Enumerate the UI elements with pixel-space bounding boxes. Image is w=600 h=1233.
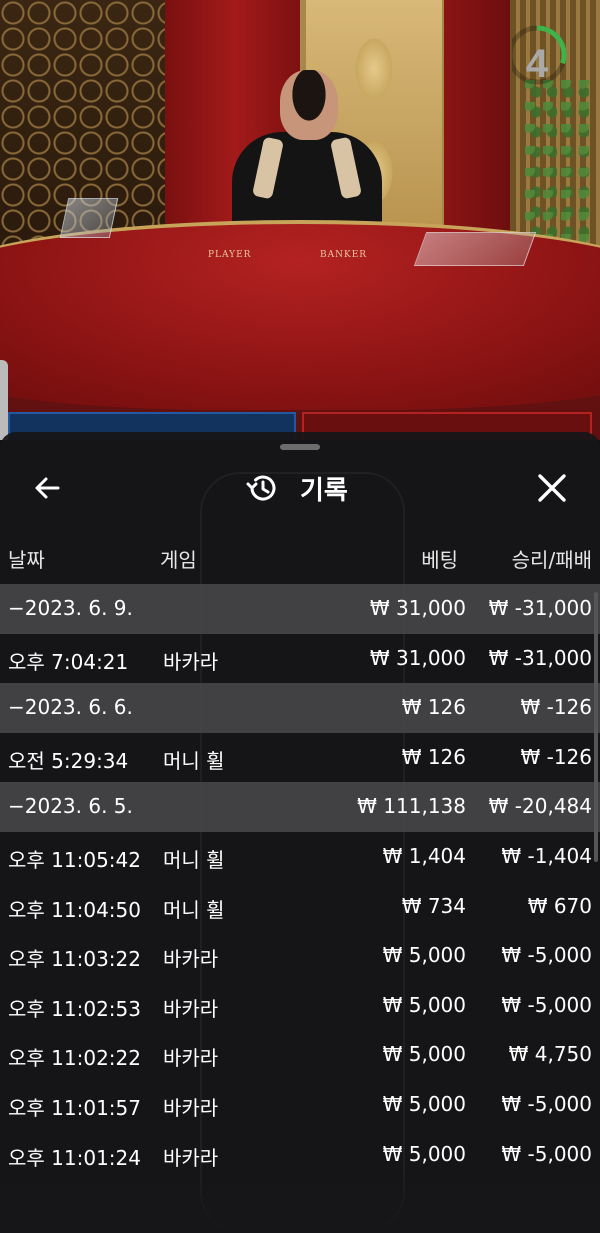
row-bet: ₩ 1,404 <box>382 844 466 868</box>
row-game: 바카라 <box>163 996 219 1021</box>
row-bet: ₩ 5,000 <box>382 1042 466 1067</box>
arrow-left-icon <box>35 477 60 499</box>
date-group-row[interactable]: −2023. 6. 5. ₩ 111,138 ₩ -20,484 <box>0 782 600 833</box>
row-game: 머니 휠 <box>163 848 225 872</box>
row-result: ₩ -5,000 <box>501 992 592 1017</box>
row-game: 머니 휠 <box>163 897 225 922</box>
group-date: −2023. 6. 6. <box>8 695 133 720</box>
row-bet: ₩ 126 <box>401 695 466 720</box>
group-date: −2023. 6. 9. <box>8 596 133 620</box>
side-handle[interactable] <box>0 360 8 440</box>
row-result: ₩ -31,000 <box>488 596 592 620</box>
row-time: 오후 11:01:24 <box>8 1145 141 1170</box>
row-result: ₩ -126 <box>520 744 592 769</box>
date-group-row[interactable]: −2023. 6. 6. ₩ 126 ₩ -126 <box>0 683 600 734</box>
history-row: 오전 5:29:34 머니 휠 ₩ 126 ₩ -126 <box>0 733 600 783</box>
history-row: 오후 11:05:42 머니 휠 ₩ 1,404 ₩ -1,404 <box>0 832 600 882</box>
row-bet: ₩ 5,000 <box>382 992 466 1017</box>
row-game: 머니 휠 <box>163 748 225 773</box>
row-game: 바카라 <box>163 1046 219 1071</box>
dealer-head <box>280 70 338 140</box>
history-row: 오후 11:01:24 바카라 ₩ 5,000 ₩ -5,000 <box>0 1130 600 1180</box>
history-row: 오후 11:01:57 바카라 ₩ 5,000 ₩ -5,000 <box>0 1080 600 1130</box>
column-header-result: 승리/패배 <box>511 548 592 572</box>
row-result: ₩ -5,000 <box>501 943 592 968</box>
row-bet: ₩ 5,000 <box>382 943 466 968</box>
history-clock-icon <box>246 475 276 501</box>
sheet-header: 기록 <box>0 460 600 514</box>
row-time: 오후 7:04:21 <box>8 649 129 674</box>
row-time: 오후 11:03:22 <box>8 947 141 972</box>
history-row: 오후 11:03:22 바카라 ₩ 5,000 ₩ -5,000 <box>0 931 600 981</box>
row-result: ₩ -5,000 <box>501 1141 592 1166</box>
row-bet: ₩ 31,000 <box>369 596 466 620</box>
countdown-timer: 4 <box>507 22 578 88</box>
history-row: 오후 7:04:21 바카라 ₩ 31,000 ₩ -31,000 <box>0 634 600 684</box>
row-bet: ₩ 111,138 <box>357 794 466 819</box>
row-time: 오후 11:01:57 <box>8 1096 141 1120</box>
row-bet: ₩ 126 <box>401 744 466 769</box>
close-icon <box>538 474 566 502</box>
table-banker-label: BANKER <box>320 250 368 260</box>
row-game: 바카라 <box>163 1096 219 1120</box>
row-bet: ₩ 31,000 <box>369 645 466 670</box>
back-button[interactable] <box>28 468 68 508</box>
row-result: ₩ -126 <box>520 695 592 720</box>
sheet-title: 기록 <box>300 475 348 506</box>
column-header-bet: 베팅 <box>421 548 458 572</box>
row-game: 바카라 <box>163 1145 219 1170</box>
row-result: ₩ -5,000 <box>501 1092 592 1116</box>
table-player-label: PLAYER <box>208 250 252 260</box>
row-time: 오후 11:05:42 <box>8 848 141 872</box>
row-time: 오전 5:29:34 <box>8 748 129 773</box>
row-time: 오후 11:02:53 <box>8 996 141 1021</box>
row-result: ₩ -1,404 <box>501 844 592 868</box>
row-game: 바카라 <box>163 649 219 674</box>
date-group-row[interactable]: −2023. 6. 9. ₩ 31,000 ₩ -31,000 <box>0 584 600 634</box>
sheet-grabber[interactable] <box>280 444 320 450</box>
group-date: −2023. 6. 5. <box>8 794 133 819</box>
row-result: ₩ 4,750 <box>508 1042 592 1067</box>
column-header-game: 게임 <box>160 548 197 572</box>
live-video: PLAYER BANKER 4 <box>0 0 600 440</box>
history-row: 오후 11:04:50 머니 휠 ₩ 734 ₩ 670 <box>0 882 600 932</box>
history-row: 오후 11:02:22 바카라 ₩ 5,000 ₩ 4,750 <box>0 1030 600 1080</box>
card-shoe <box>59 198 119 238</box>
row-result: ₩ -31,000 <box>488 645 592 670</box>
history-row: 오후 11:02:53 바카라 ₩ 5,000 ₩ -5,000 <box>0 981 600 1031</box>
scrollbar[interactable] <box>594 592 598 862</box>
row-bet: ₩ 5,000 <box>382 1141 466 1166</box>
row-result: ₩ 670 <box>527 893 592 918</box>
sheet-title-group: 기록 <box>244 468 348 508</box>
close-button[interactable] <box>532 468 572 508</box>
discard-tray <box>413 232 537 266</box>
row-time: 오후 11:02:22 <box>8 1046 141 1071</box>
row-result: ₩ -20,484 <box>488 794 592 819</box>
wall-red-panel-right <box>444 0 514 250</box>
row-time: 오후 11:04:50 <box>8 897 141 922</box>
timer-value: 4 <box>525 42 549 86</box>
history-sheet: 기록 날짜 게임 베팅 승리/패배 −2023. 6. 9. ₩ 31,000 ₩ … <box>0 432 600 1233</box>
row-game: 바카라 <box>163 947 219 972</box>
row-bet: ₩ 5,000 <box>382 1092 466 1116</box>
row-bet: ₩ 734 <box>401 893 466 918</box>
column-header-date: 날짜 <box>8 548 45 572</box>
